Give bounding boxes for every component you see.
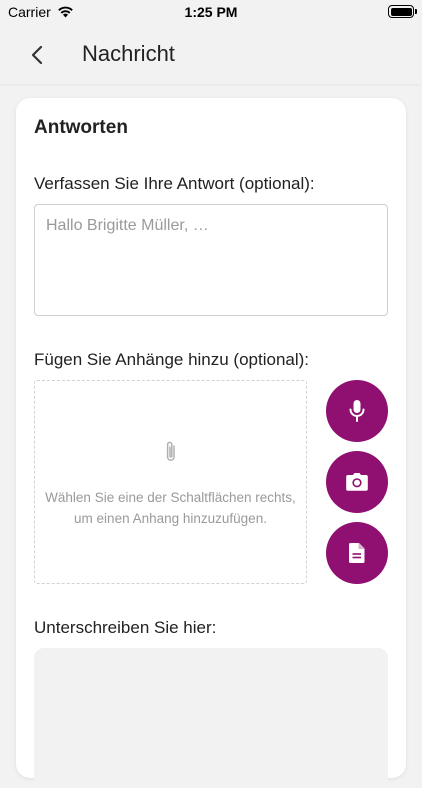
microphone-icon [349,400,365,422]
attach-document-button[interactable] [326,522,388,584]
reply-card: Antworten Verfassen Sie Ihre Antwort (op… [16,98,406,788]
chevron-left-icon [31,45,43,65]
section-title: Antworten [34,117,128,138]
status-time: 1:25 PM [184,4,238,20]
attachments-label: Fügen Sie Anhänge hinzu (optional): [34,350,310,369]
signature-pad[interactable] [34,648,388,788]
page-title: Nachricht [82,41,175,66]
reply-field-container [34,204,388,316]
back-button[interactable] [22,40,52,70]
navigation-bar: Nachricht [0,26,422,84]
attachment-hint: Wählen Sie eine der Schaltflächen rechts… [45,490,296,526]
status-bar: Carrier 1:25 PM [0,0,422,26]
camera-icon [346,473,368,491]
attachment-dropzone: Wählen Sie eine der Schaltflächen rechts… [34,380,307,584]
take-photo-button[interactable] [326,451,388,513]
document-icon [349,543,365,563]
reply-input[interactable] [35,205,387,315]
record-audio-button[interactable] [326,380,388,442]
battery-icon [388,5,417,18]
paperclip-icon [166,441,175,461]
signature-label: Unterschreiben Sie hier: [34,618,217,637]
compose-label: Verfassen Sie Ihre Antwort (optional): [34,174,315,193]
